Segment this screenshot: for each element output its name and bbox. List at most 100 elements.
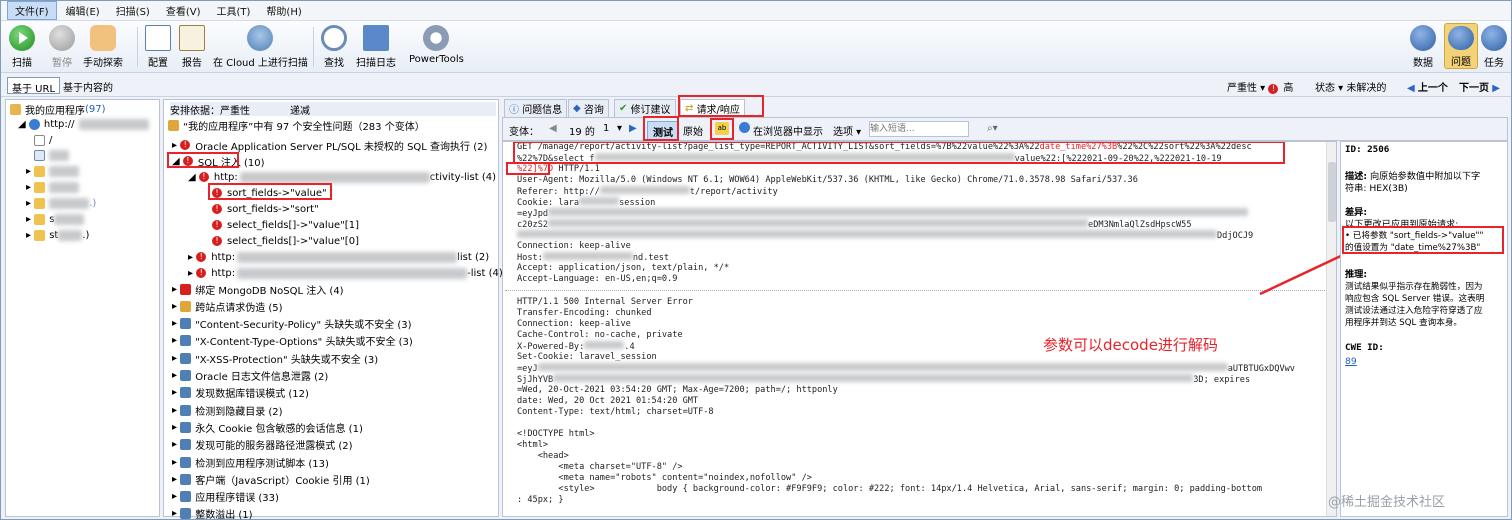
folder-icon — [34, 181, 46, 193]
issue-group[interactable]: ▸ 跨站点请求伪造 (5) — [172, 299, 283, 314]
scan-button[interactable]: 扫描 — [9, 25, 35, 69]
tab-request-response[interactable]: ⇄ 请求/响应 — [680, 99, 745, 117]
tree-node[interactable] — [34, 148, 69, 162]
issue-group[interactable]: ▸ 应用程序错误 (33) — [172, 490, 279, 504]
issue-url[interactable]: ▸ ! http: list (2) — [188, 250, 489, 264]
tree-root-label: 我的应用程序 — [25, 105, 85, 117]
test-button[interactable]: 测试 — [647, 121, 679, 142]
reason-text: 响应包含 SQL Server 错误。这表明 — [1345, 294, 1485, 304]
issue-variant[interactable]: ! sort_fields->"sort" — [212, 202, 319, 216]
request-response-view[interactable]: GET /manage/report/activity-list?page_li… — [502, 141, 1337, 517]
tree-root[interactable]: 我的应用程序 (97) — [10, 102, 106, 117]
powertools-button[interactable]: PowerTools — [409, 25, 464, 65]
tree-folder[interactable]: ▸ — [26, 164, 80, 178]
cwe-link[interactable]: 89 — [1345, 356, 1357, 367]
severity-icon — [180, 421, 192, 433]
menu-scan[interactable]: 扫描(S) — [109, 2, 157, 19]
issue-url[interactable]: ▸ ! http: -list (4) — [188, 266, 503, 280]
tab-fix[interactable]: ✔ 修订建议 — [614, 99, 676, 117]
issue-group[interactable]: ▸ 发现可能的服务器路径泄露模式 (2) — [172, 438, 353, 452]
original-button[interactable]: 原始 — [683, 123, 703, 138]
options-button[interactable]: 选项 ▾ — [833, 123, 861, 138]
response-line: <meta charset="UTF-8" /> — [517, 462, 683, 472]
next-button[interactable]: 下一页 ▶ — [1455, 77, 1504, 94]
prev-button[interactable]: ◀ 上一个 — [1403, 77, 1452, 94]
scrollbar[interactable] — [1326, 142, 1336, 516]
issue-variant[interactable]: ! sort_fields->"value" — [212, 186, 327, 200]
cloud-scan-button[interactable]: 在 Cloud 上进行扫描 — [213, 25, 308, 69]
issue-group[interactable]: ▸ "Content-Security-Policy" 头缺失或不安全 (3) — [172, 317, 412, 331]
pause-button[interactable]: 暂停 — [49, 25, 75, 69]
tab-issue-info[interactable]: ⓘ 问题信息 — [504, 99, 568, 117]
menu-tools[interactable]: 工具(T) — [210, 2, 258, 19]
dropdown-icon[interactable]: ▾ — [617, 123, 622, 134]
arrow-right-icon[interactable]: ▶ — [629, 123, 637, 134]
issue-group-sqli[interactable]: ◢ ! SQL 注入 (10) — [172, 154, 265, 169]
tab-advisory[interactable]: ◆ 咨询 — [568, 99, 609, 117]
severity-filter[interactable]: 严重性 ▾ ! 高 — [1223, 77, 1297, 94]
menu-bar: 文件(F) 编辑(E) 扫描(S) 查看(V) 工具(T) 帮助(H) — [1, 1, 1511, 21]
variant-number[interactable]: 1 — [603, 123, 609, 134]
scan-log-button[interactable]: 扫描日志 — [356, 25, 396, 69]
status-label: 状态 — [1315, 83, 1335, 94]
sort-value: 递减 — [290, 105, 310, 117]
menu-edit[interactable]: 编辑(E) — [59, 2, 107, 19]
redacted-text — [49, 165, 80, 177]
tasks-button[interactable]: 任务 — [1481, 25, 1507, 69]
manual-explore-button[interactable]: 手动探索 — [83, 25, 123, 69]
search-input[interactable] — [869, 121, 969, 137]
severity-icon — [180, 456, 192, 468]
issue-group[interactable]: ▸ "X-Content-Type-Options" 头缺失或不安全 (3) — [172, 334, 413, 348]
response-line: <head> — [517, 451, 569, 461]
find-button[interactable]: 查找 — [321, 25, 347, 69]
issue-group[interactable]: ▸ 永久 Cookie 包含敏感的会话信息 (1) — [172, 420, 363, 435]
issue-group-label: 发现可能的服务器路径泄露模式 (2) — [195, 441, 353, 453]
issue-group[interactable]: ▸ ! Oracle Application Server PL/SQL 未授权的… — [172, 138, 487, 153]
tab-label: 问题信息 — [522, 105, 563, 116]
by-url-button[interactable]: 基于 URL — [7, 77, 61, 95]
issue-group-label: 应用程序错误 (33) — [195, 493, 279, 505]
report-button[interactable]: 报告 — [179, 25, 205, 69]
sort-header[interactable]: 安排依据：严重性 递减 — [170, 102, 496, 117]
high-severity-icon: ! — [196, 252, 207, 262]
toolbar-separator — [313, 27, 314, 67]
issue-group[interactable]: ▸ "X-XSS-Protection" 头缺失或不安全 (3) — [172, 351, 378, 366]
tree-folder[interactable]: ▸ st.) — [26, 228, 89, 242]
highlight-toggle-icon[interactable]: ab — [715, 122, 729, 135]
response-line: <meta name="robots" content="noindex,nof… — [517, 473, 812, 483]
show-in-browser-button[interactable]: 在浏览器中显示 — [753, 123, 823, 138]
issue-group[interactable]: ▸ Oracle 日志文件信息泄露 (2) — [172, 369, 328, 383]
scrollbar-thumb[interactable] — [1328, 162, 1336, 222]
issue-group-label: SQL 注入 (10) — [197, 157, 265, 169]
search-icon[interactable]: ⌕▾ — [987, 123, 998, 134]
menu-view[interactable]: 查看(V) — [159, 2, 208, 19]
tree-host[interactable]: ◢ http:// — [18, 117, 149, 131]
play-icon — [9, 25, 35, 51]
issue-group[interactable]: ▸ 客户端（JavaScript）Cookie 引用 (1) — [172, 472, 370, 487]
issues-button[interactable]: 问题 — [1444, 23, 1478, 69]
issue-group[interactable]: ▸ 绑定 MongoDB NoSQL 注入 (4) — [172, 282, 344, 297]
unresolved-label: 未解决的 — [1346, 83, 1387, 94]
tree-folder[interactable]: ▸ — [26, 180, 80, 194]
config-button[interactable]: 配置 — [145, 25, 171, 69]
tree-slash[interactable]: / — [34, 133, 52, 147]
issue-group-label: 跨站点请求伪造 (5) — [195, 302, 283, 314]
issue-group[interactable]: ▸ 检测到隐藏目录 (2) — [172, 403, 283, 418]
issue-group[interactable]: ▸ 检测到应用程序测试脚本 (13) — [172, 455, 329, 470]
tree-folder[interactable]: ▸ s — [26, 212, 85, 226]
data-button[interactable]: 数据 — [1410, 25, 1436, 69]
issue-variant[interactable]: ! select_fields[]->"value"[1] — [212, 218, 359, 232]
issue-group[interactable]: ▸ 整数溢出 (1) — [172, 507, 253, 520]
report-label: 报告 — [182, 58, 202, 69]
issue-group[interactable]: ▸ 发现数据库错误模式 (12) — [172, 386, 309, 400]
menu-file[interactable]: 文件(F) — [7, 1, 57, 20]
issue-url[interactable]: ◢ ! http: ctivity-list (4) — [188, 170, 496, 184]
issue-variant[interactable]: ! select_fields[]->"value"[0] — [212, 234, 359, 248]
status-filter[interactable]: 状态 ▾ 未解决的 — [1311, 77, 1390, 94]
response-line: <html> — [517, 440, 549, 450]
response-line: HTTP/1.1 500 Internal Server Error — [517, 297, 693, 307]
arrow-left-icon[interactable]: ◀ — [549, 123, 557, 134]
by-content-button[interactable]: 基于内容的 — [59, 77, 117, 94]
tree-folder[interactable]: ▸ .) — [26, 196, 96, 210]
menu-help[interactable]: 帮助(H) — [259, 2, 308, 19]
